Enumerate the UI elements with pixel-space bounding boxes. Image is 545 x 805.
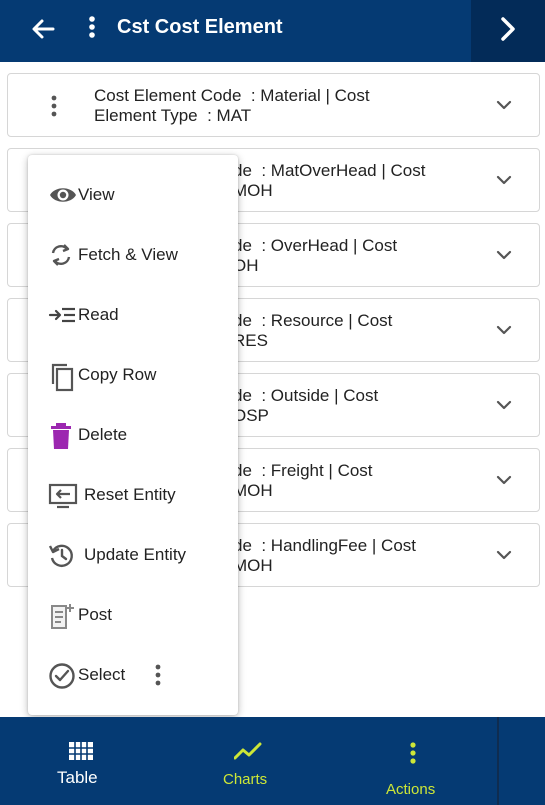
menu-item-label: Read	[78, 305, 119, 324]
more-vertical-icon[interactable]	[82, 13, 102, 43]
tab-label: Charts	[223, 771, 268, 788]
tab-actions[interactable]: Actions	[378, 717, 458, 805]
menu-item-label: Fetch & View	[78, 245, 178, 264]
arrow-left-icon[interactable]	[28, 14, 58, 44]
row-actions-menu: View Fetch & View Read Copy Row Delete R…	[28, 155, 238, 715]
trash-icon	[51, 423, 71, 449]
row-text: de : Freight | Cost MOH	[233, 461, 373, 500]
chevron-right-icon	[501, 17, 515, 41]
more-vertical-icon	[410, 742, 416, 764]
menu-item-reset-entity[interactable]: Reset Entity	[28, 465, 238, 525]
row-text: de : HandlingFee | Cost MOH	[233, 536, 417, 575]
menu-item-update-entity[interactable]: Update Entity	[28, 525, 238, 585]
menu-item-label: Delete	[78, 425, 128, 444]
refresh-icon	[51, 244, 71, 266]
menu-item-view[interactable]: View	[28, 165, 238, 225]
menu-item-label: Select	[78, 665, 126, 684]
tab-table[interactable]: Table	[40, 717, 120, 805]
menu-item-label: Copy Row	[78, 365, 157, 384]
row-text: de : Outside | Cost OSP	[233, 386, 379, 425]
row-text: Cost Element Code : Material | Cost Eleme…	[94, 86, 370, 125]
menu-item-fetch-view[interactable]: Fetch & View	[28, 225, 238, 285]
chevron-down-icon[interactable]	[495, 396, 513, 414]
update-icon	[48, 544, 73, 567]
check-circle-icon	[49, 663, 75, 689]
chevron-down-icon[interactable]	[495, 321, 513, 339]
line-chart-icon	[234, 742, 262, 760]
menu-item-label: View	[78, 185, 115, 204]
row-text: de : OverHead | Cost OH	[233, 236, 398, 275]
more-vertical-icon[interactable]	[152, 662, 164, 688]
eye-icon	[50, 188, 76, 202]
row-text: de : MatOverHead | Cost MOH	[233, 161, 426, 200]
chevron-down-icon[interactable]	[495, 171, 513, 189]
post-icon	[51, 604, 74, 629]
menu-item-label: Update Entity	[84, 545, 187, 564]
top-app-bar: Cst Cost Element	[0, 0, 545, 62]
menu-item-select[interactable]: Select	[28, 645, 238, 705]
copy-icon	[51, 363, 74, 392]
page-title: Cst Cost Element	[117, 16, 283, 38]
divider	[497, 717, 499, 805]
list-item[interactable]: Cost Element Code : Material | Cost Eleme…	[7, 73, 540, 137]
table-icon	[69, 742, 93, 760]
chevron-down-icon[interactable]	[495, 546, 513, 564]
tab-label: Actions	[386, 781, 436, 798]
reset-icon	[48, 483, 78, 509]
chevron-down-icon[interactable]	[495, 246, 513, 264]
menu-item-label: Post	[78, 605, 113, 624]
read-icon	[48, 307, 75, 323]
chevron-down-icon[interactable]	[495, 471, 513, 489]
menu-item-delete[interactable]: Delete	[28, 405, 238, 465]
next-button[interactable]	[471, 0, 545, 62]
tab-label: Table	[57, 768, 98, 787]
row-text: de : Resource | Cost RES	[233, 311, 393, 350]
more-vertical-icon[interactable]	[48, 94, 60, 118]
menu-item-copy-row[interactable]: Copy Row	[28, 345, 238, 405]
chevron-down-icon[interactable]	[495, 96, 513, 114]
tab-charts[interactable]: Charts	[208, 717, 288, 805]
menu-item-read[interactable]: Read	[28, 285, 238, 345]
menu-item-post[interactable]: Post	[28, 585, 238, 645]
menu-item-label: Reset Entity	[84, 485, 176, 504]
bottom-navigation: Table Charts Actions	[0, 717, 545, 805]
